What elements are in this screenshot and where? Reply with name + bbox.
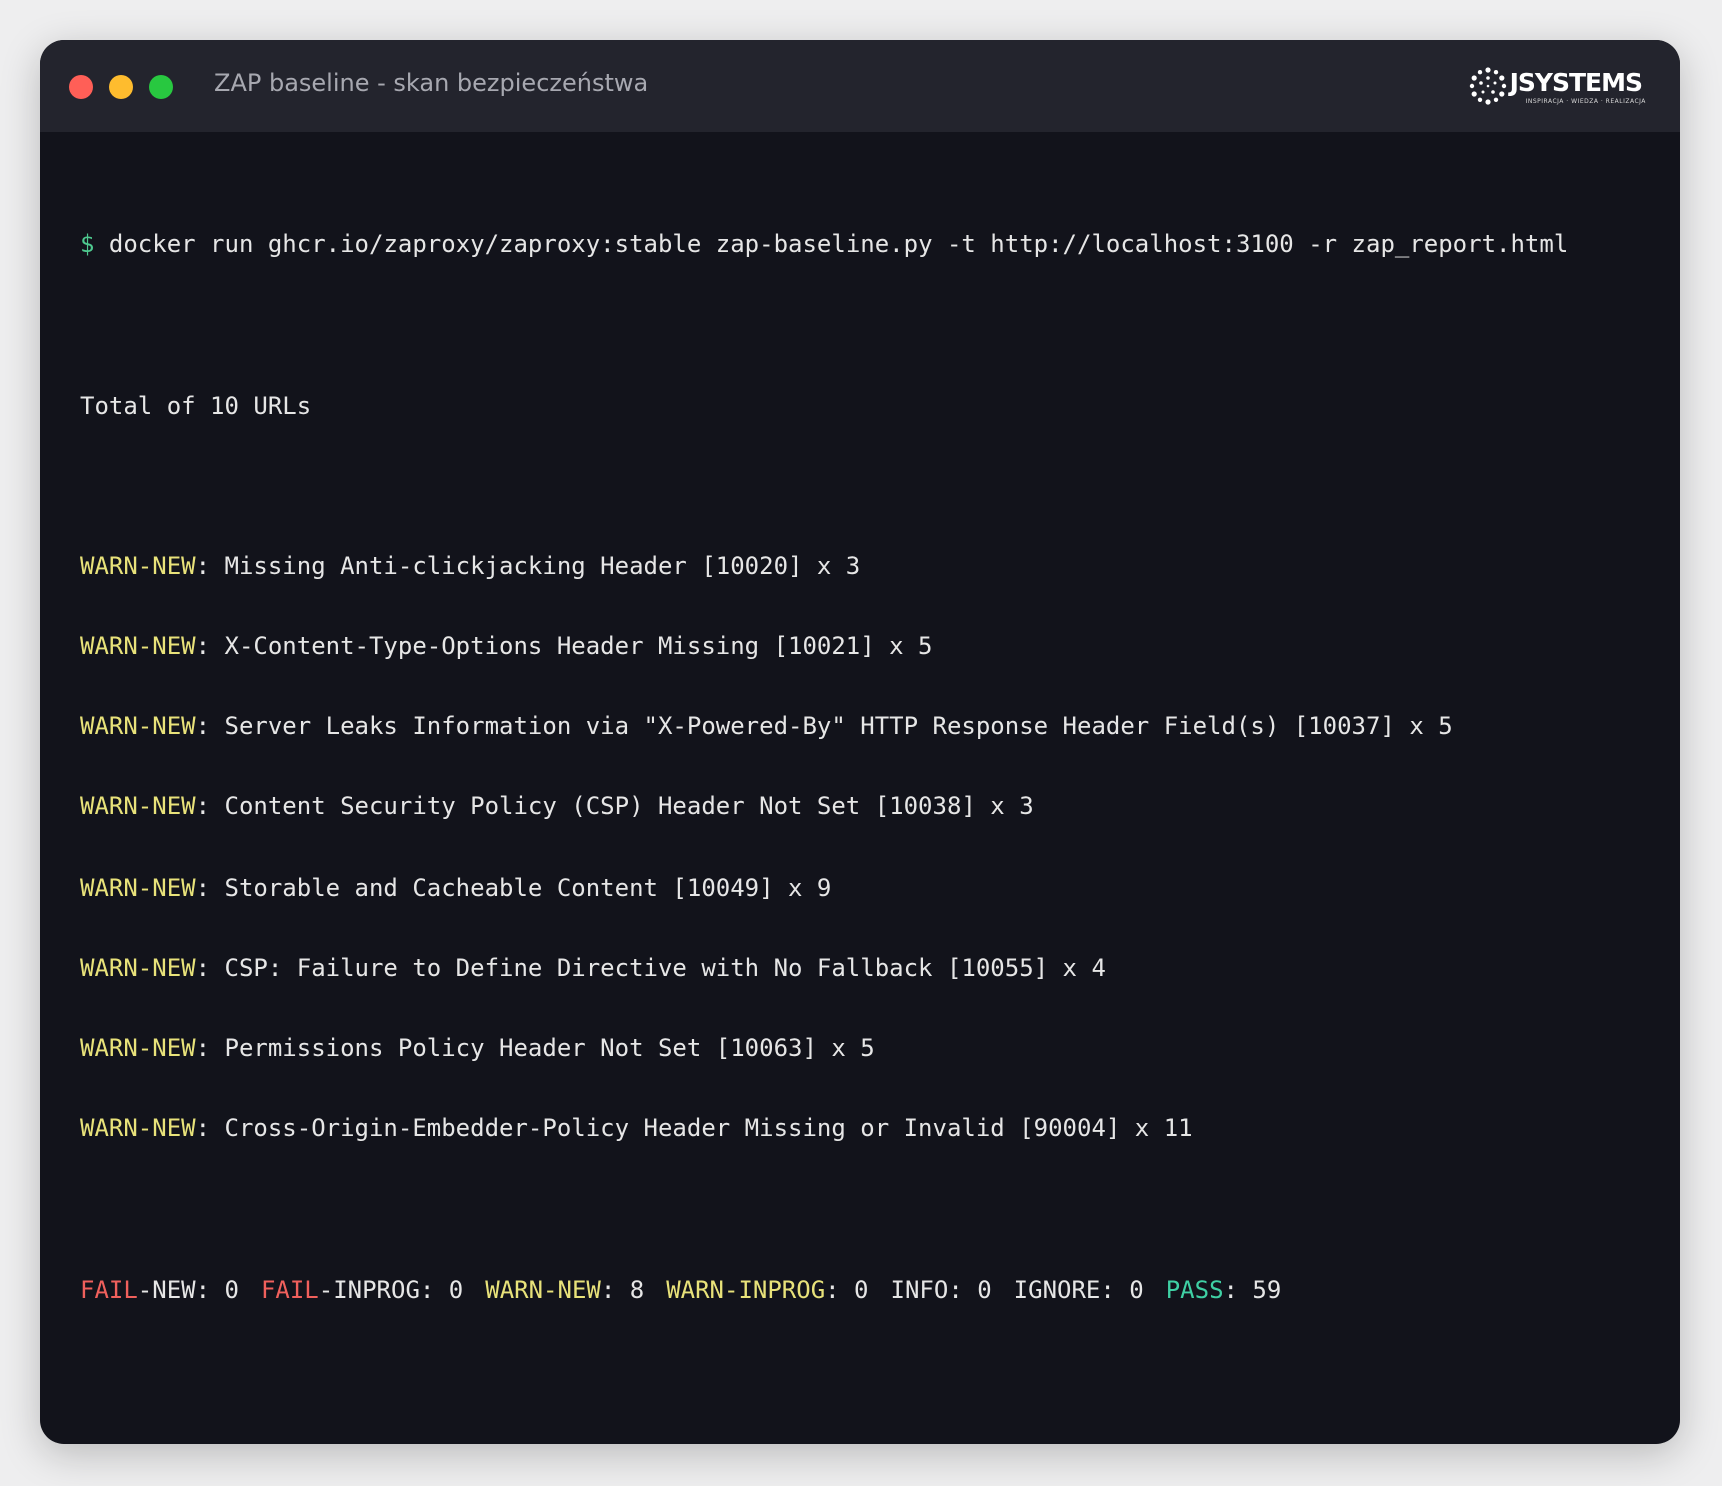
warning-text: : Content Security Policy (CSP) Header N… — [195, 792, 1034, 820]
summary-fail-inprog: FAIL-INPROG: 0 — [260, 1276, 464, 1304]
summary-warn-new: WARN-NEW: 8 — [485, 1276, 645, 1304]
minimize-window-button[interactable] — [109, 75, 133, 99]
logo-tagline: INSPIRACJA · WIEDZA · REALIZACJA — [1525, 97, 1646, 105]
prompt-symbol: $ — [80, 230, 95, 258]
dotted-circle-icon — [1469, 67, 1506, 105]
jsystems-logo: JSYSTEMS INSPIRACJA · WIEDZA · REALIZACJ… — [1468, 64, 1646, 108]
summary-fail-new: FAIL-NEW: 0 — [80, 1276, 239, 1304]
warn-tag: WARN-NEW — [80, 552, 196, 580]
command-text: docker run ghcr.io/zaproxy/zaproxy:stabl… — [108, 230, 1569, 258]
summary-pass: PASS: 59 — [1165, 1276, 1282, 1304]
warning-text: : Cross-Origin-Embedder-Policy Header Mi… — [195, 1114, 1193, 1142]
warning-line: WARN-NEW: Storable and Cacheable Content… — [80, 874, 831, 902]
warn-tag: WARN-NEW — [80, 632, 196, 660]
warning-text: : CSP: Failure to Define Directive with … — [195, 954, 1106, 982]
warning-line: WARN-NEW: Missing Anti-clickjacking Head… — [80, 552, 860, 580]
maximize-window-button[interactable] — [149, 75, 173, 99]
warning-text: : Server Leaks Information via "X-Powere… — [195, 712, 1453, 740]
warning-line: WARN-NEW: CSP: Failure to Define Directi… — [80, 954, 1106, 982]
warning-text: : Missing Anti-clickjacking Header [1002… — [195, 552, 861, 580]
logo-text: JSYSTEMS INSPIRACJA · WIEDZA · REALIZACJ… — [1509, 67, 1646, 105]
close-window-button[interactable] — [69, 75, 93, 99]
warn-tag: WARN-NEW — [80, 874, 196, 902]
warn-tag: WARN-NEW — [80, 1034, 196, 1062]
terminal-window: ZAP baseline - skan bezpieczeństwa JSYST… — [40, 40, 1680, 1444]
total-urls-line: Total of 10 URLs — [80, 392, 312, 420]
window-title: ZAP baseline - skan bezpieczeństwa — [214, 69, 649, 97]
warning-line: WARN-NEW: Cross-Origin-Embedder-Policy H… — [80, 1114, 1193, 1142]
summary-warn-inprog: WARN-INPROG: 0 — [666, 1276, 869, 1304]
summary-line: FAIL-NEW: 0 FAIL-INPROG: 0 WARN-NEW: 8 WARN… — [80, 1276, 1281, 1304]
warn-tag: WARN-NEW — [80, 954, 196, 982]
warning-text: : Storable and Cacheable Content [10049]… — [195, 874, 832, 902]
warning-text: : Permissions Policy Header Not Set [100… — [195, 1034, 875, 1062]
warn-tag: WARN-NEW — [80, 1114, 196, 1142]
warn-tag: WARN-NEW — [80, 712, 196, 740]
warning-line: WARN-NEW: Permissions Policy Header Not … — [80, 1034, 875, 1062]
warning-line: WARN-NEW: Server Leaks Information via "… — [80, 712, 1453, 740]
summary-ignore: IGNORE: 0 — [1013, 1276, 1144, 1304]
command-line: $ docker run ghcr.io/zaproxy/zaproxy:sta… — [80, 230, 1568, 258]
warn-tag: WARN-NEW — [80, 792, 196, 820]
warning-text: : X-Content-Type-Options Header Missing … — [195, 632, 933, 660]
warning-line: WARN-NEW: X-Content-Type-Options Header … — [80, 632, 933, 660]
terminal-output: $ docker run ghcr.io/zaproxy/zaproxy:sta… — [80, 132, 1660, 1304]
title-bar: ZAP baseline - skan bezpieczeństwa JSYST… — [40, 40, 1680, 132]
warning-line: WARN-NEW: Content Security Policy (CSP) … — [80, 792, 1034, 820]
summary-info: INFO: 0 — [890, 1276, 992, 1304]
